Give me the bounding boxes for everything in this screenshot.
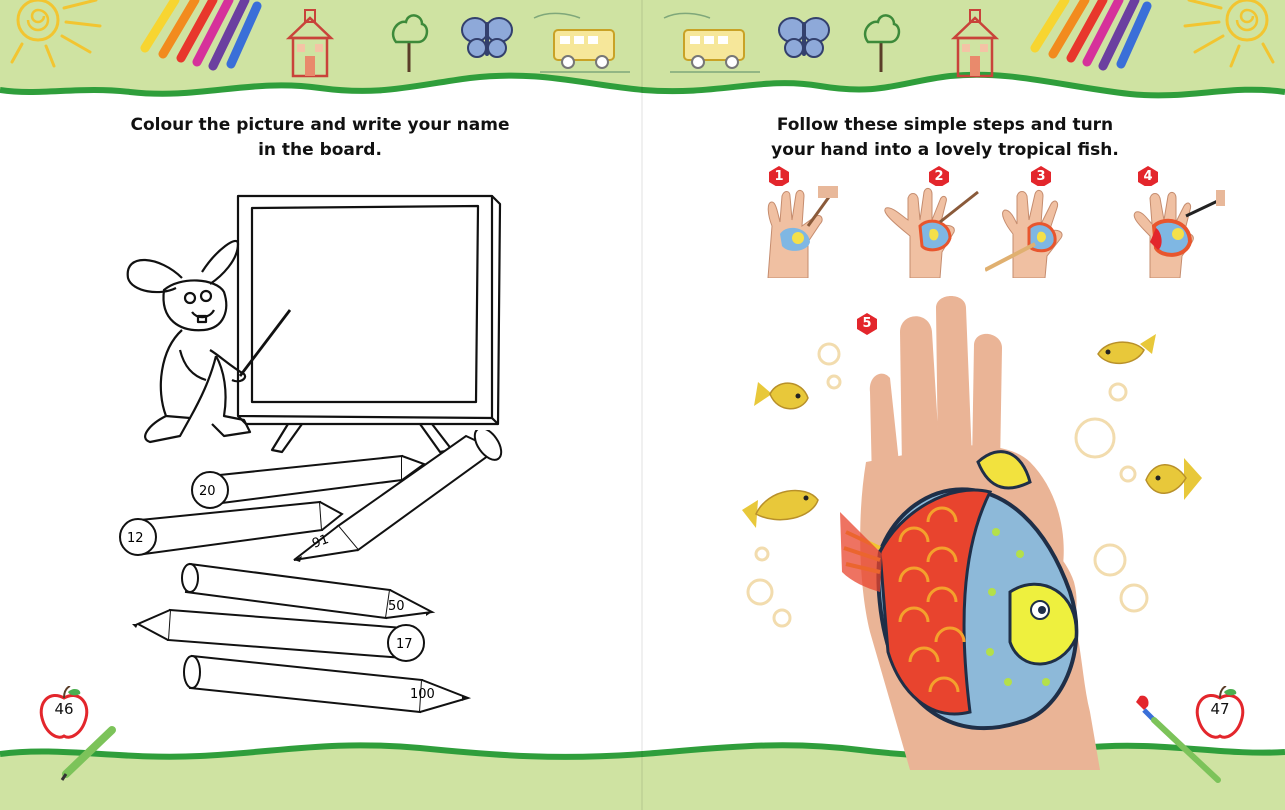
left-page-number: 46 <box>54 700 74 718</box>
tree-icon <box>863 14 901 72</box>
crayons-icon <box>1030 0 1152 71</box>
step-badge-4: 4 <box>1137 166 1159 188</box>
pencil-number-50: 50 <box>388 599 405 614</box>
step-2-photo <box>880 186 980 278</box>
sun-icon <box>10 0 102 68</box>
step-1-photo <box>758 186 838 278</box>
step-number: 4 <box>1143 169 1153 184</box>
pencil-number-20: 20 <box>199 484 216 499</box>
right-heading-line-2: your hand into a lovely tropical fish. <box>771 140 1119 160</box>
schoolhouse-icon <box>285 9 335 78</box>
book-spread: Colour the picture and write your name i… <box>0 0 1285 810</box>
sun-icon <box>1183 0 1275 68</box>
pencil-icon <box>60 726 116 781</box>
right-page-heading: Follow these simple steps and turn your … <box>740 113 1150 163</box>
left-page-heading: Colour the picture and write your name i… <box>100 113 540 163</box>
school-bus-icon <box>663 12 760 73</box>
pencil-number-12: 12 <box>127 531 144 546</box>
butterfly-icon <box>778 17 830 58</box>
pencils-illustration: 20 12 91 50 17 100 <box>119 430 503 714</box>
step-3-photo <box>985 186 1080 278</box>
step-number: 3 <box>1036 169 1046 184</box>
tree-icon <box>391 14 429 72</box>
step-badge-1: 1 <box>768 166 790 188</box>
pencil-icon <box>119 500 344 556</box>
bubbles-decoration <box>746 342 1149 628</box>
left-heading-line-1: Colour the picture and write your name <box>130 115 510 135</box>
blank-board <box>236 194 494 420</box>
step-number: 2 <box>934 169 944 184</box>
step-badge-3: 3 <box>1030 166 1052 188</box>
pencil-icon <box>183 654 472 714</box>
right-heading-line-1: Follow these simple steps and turn <box>776 115 1114 135</box>
school-bus-icon <box>533 12 630 73</box>
pencil-number-100: 100 <box>410 687 435 702</box>
bunny-with-board-illustration <box>126 194 502 454</box>
paintbrush-icon <box>1136 695 1221 783</box>
schoolhouse-icon <box>950 9 1000 78</box>
step-badge-2: 2 <box>928 166 950 188</box>
step-number: 1 <box>774 169 784 184</box>
left-heading-line-2: in the board. <box>258 140 382 160</box>
crayons-icon <box>140 0 262 71</box>
page-gutter <box>641 0 643 810</box>
pencil-number-17: 17 <box>396 637 413 652</box>
butterfly-icon <box>461 17 513 58</box>
step-4-photo <box>1120 186 1225 278</box>
